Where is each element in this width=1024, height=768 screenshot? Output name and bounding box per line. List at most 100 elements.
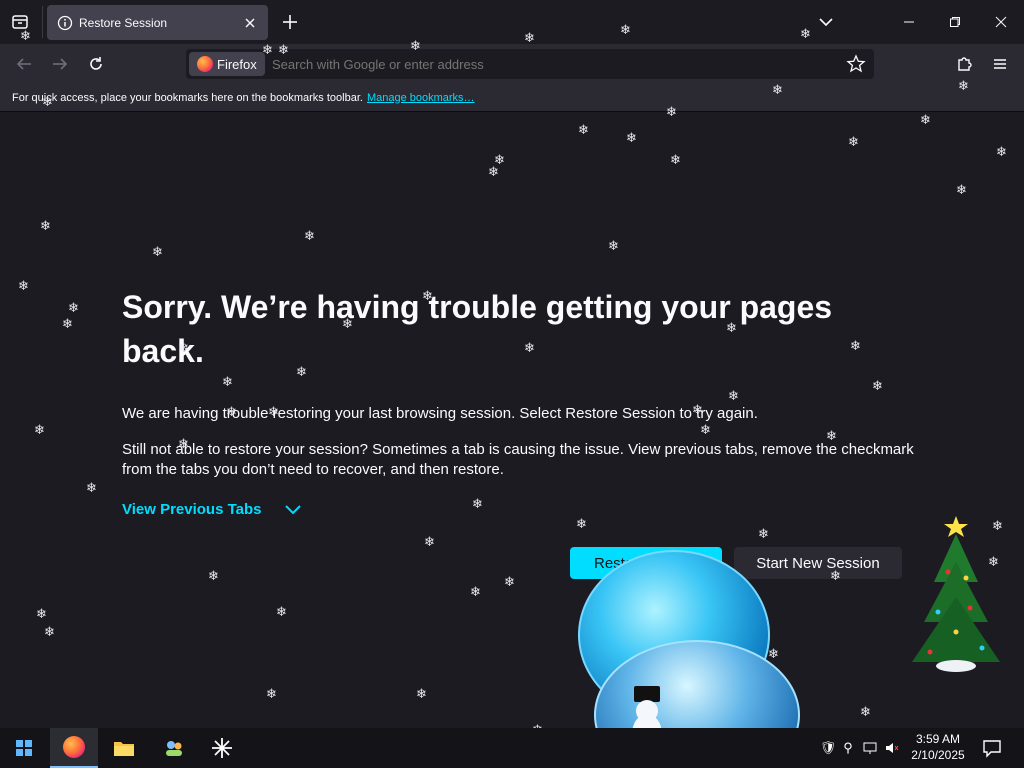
- bookmarks-hint: For quick access, place your bookmarks h…: [12, 91, 363, 104]
- firefox-icon: [197, 56, 213, 72]
- snowflake-decoration: ❄: [692, 403, 703, 418]
- snowflake-decoration: ❄: [266, 687, 277, 702]
- snowflake-decoration: ❄: [222, 375, 233, 390]
- snowflake-decoration: ❄: [920, 113, 931, 128]
- clock-time: 3:59 AM: [915, 732, 961, 746]
- url-bar[interactable]: Firefox: [186, 49, 874, 79]
- snowflake-decoration: ❄: [18, 279, 29, 294]
- tab-title: Restore Session: [79, 15, 168, 30]
- snowflake-decoration: ❄: [470, 585, 481, 600]
- extensions-icon[interactable]: [952, 52, 976, 76]
- snowflake-decoration: ❄: [416, 687, 427, 702]
- snowflake-decoration: ❄: [996, 145, 1007, 160]
- snowflake-decoration: ❄: [40, 219, 51, 234]
- file-explorer-icon[interactable]: [100, 728, 148, 768]
- snowflake-decoration: ❄: [504, 575, 515, 590]
- windows-start-icon[interactable]: [0, 728, 48, 768]
- snowflake-decoration: ❄: [576, 517, 587, 532]
- forward-icon[interactable]: [48, 52, 72, 76]
- snowflake-decoration: ❄: [86, 481, 97, 496]
- snowflake-decoration: ❄: [826, 429, 837, 444]
- maximize-icon[interactable]: [932, 0, 978, 44]
- snowflake-decoration: ❄: [768, 647, 779, 662]
- snowflake-decoration: ❄: [276, 605, 287, 620]
- navigation-toolbar: Firefox: [0, 44, 1024, 84]
- snowflake-decoration: ❄: [772, 83, 783, 98]
- bookmarks-toolbar: For quick access, place your bookmarks h…: [0, 84, 1024, 112]
- snowflake-decoration: ❄: [488, 165, 499, 180]
- tab-strip: Restore Session: [0, 0, 1024, 44]
- url-input[interactable]: [272, 55, 812, 73]
- snowflake-decoration: ❄: [472, 497, 483, 512]
- snowflake-decoration: ❄: [830, 569, 841, 584]
- reload-icon[interactable]: [84, 52, 108, 76]
- manage-bookmarks-link[interactable]: Manage bookmarks…: [367, 92, 475, 104]
- snowflake-app-icon[interactable]: [198, 728, 246, 768]
- snowflake-decoration: ❄: [226, 405, 237, 420]
- snowflake-decoration: ❄: [342, 317, 353, 332]
- snowflake-decoration: ❄: [268, 405, 279, 420]
- snowflake-decoration: ❄: [728, 389, 739, 404]
- tab-separator: [42, 6, 43, 38]
- star-icon[interactable]: [846, 54, 866, 74]
- snowflake-decoration: ❄: [620, 23, 631, 38]
- snowflake-decoration: ❄: [424, 535, 435, 550]
- search-tray-icon[interactable]: ⚲: [840, 740, 856, 756]
- view-previous-tabs-label: View Previous Tabs: [122, 501, 262, 518]
- people-app-icon[interactable]: [150, 728, 198, 768]
- tab-restore-session[interactable]: Restore Session: [47, 5, 268, 40]
- snowflake-decoration: ❄: [800, 27, 811, 42]
- snowflake-decoration: ❄: [848, 135, 859, 150]
- back-icon[interactable]: [12, 52, 36, 76]
- notification-icon[interactable]: [982, 738, 1002, 758]
- page-title: Sorry. We’re having trouble getting your…: [122, 289, 833, 369]
- identity-box[interactable]: Firefox: [189, 52, 265, 76]
- snowflake-decoration: ❄: [608, 239, 619, 254]
- snowflake-decoration: ❄: [304, 229, 315, 244]
- plus-icon[interactable]: [280, 12, 300, 32]
- menu-icon[interactable]: [988, 52, 1012, 76]
- snowflake-decoration: ❄: [578, 123, 589, 138]
- clock-date: 2/10/2025: [911, 748, 965, 762]
- snowflake-decoration: ❄: [666, 105, 677, 120]
- network-icon[interactable]: [862, 740, 878, 756]
- close-icon[interactable]: [242, 15, 258, 31]
- taskbar-firefox[interactable]: [50, 728, 98, 768]
- snowflake-decoration: ❄: [860, 705, 871, 720]
- security-tray-icon[interactable]: 🛡: [820, 740, 837, 756]
- snowflake-decoration: ❄: [850, 339, 861, 354]
- minimize-icon[interactable]: [886, 0, 932, 44]
- snowflake-decoration: ❄: [42, 95, 53, 110]
- snowflake-decoration: ❄: [36, 607, 47, 622]
- restore-session-page: Sorry. We’re having trouble getting your…: [0, 113, 1024, 728]
- snowflake-decoration: ❄: [262, 43, 273, 58]
- snowflake-decoration: ❄: [626, 131, 637, 146]
- firefox-icon: [63, 736, 85, 758]
- snowflake-decoration: ❄: [670, 153, 681, 168]
- volume-icon[interactable]: [884, 740, 900, 756]
- snowflake-decoration: ❄: [758, 527, 769, 542]
- snowflake-decoration: ❄: [700, 423, 711, 438]
- start-new-session-button[interactable]: Start New Session: [734, 547, 902, 579]
- snowflake-decoration: ❄: [44, 625, 55, 640]
- info-icon: [57, 15, 73, 30]
- snowflake-decoration: ❄: [958, 79, 969, 94]
- chevron-down-icon[interactable]: [816, 12, 836, 32]
- snowflake-decoration: ❄: [34, 423, 45, 438]
- snowflake-decoration: ❄: [178, 437, 189, 452]
- snowflake-decoration: ❄: [988, 555, 999, 570]
- snowflake-decoration: ❄: [992, 519, 1003, 534]
- taskbar-clock[interactable]: 3:59 AM 2/10/2025: [908, 731, 968, 763]
- snowflake-decoration: ❄: [278, 43, 289, 58]
- error-hint: Still not able to restore your session? …: [122, 441, 914, 478]
- snowflake-decoration: ❄: [410, 39, 421, 54]
- snowflake-decoration: ❄: [956, 183, 967, 198]
- snowflake-decoration: ❄: [296, 365, 307, 380]
- taskbar: 🛡 ⚲ 3:59 AM 2/10/2025: [0, 728, 1024, 768]
- window-close-icon[interactable]: [978, 0, 1024, 44]
- snowflake-decoration: ❄: [726, 321, 737, 336]
- snowflake-decoration: ❄: [524, 31, 535, 46]
- snowflake-decoration: ❄: [422, 289, 433, 304]
- view-previous-tabs-toggle[interactable]: View Previous Tabs: [122, 501, 302, 518]
- snowflake-decoration: ❄: [872, 379, 883, 394]
